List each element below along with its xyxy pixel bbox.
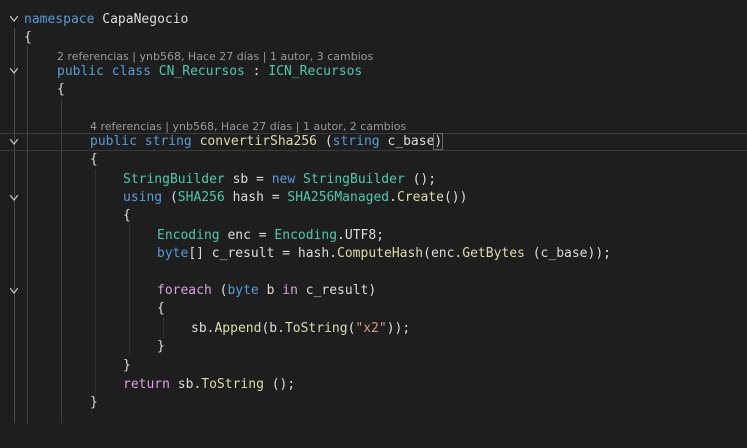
- open-brace: {: [90, 152, 98, 167]
- matched-bracket: ): [433, 133, 444, 150]
- open-brace: {: [57, 82, 65, 97]
- code-line[interactable]: sb.Append(b.ToString("x2"));: [0, 320, 747, 338]
- codelens-class[interactable]: 2 referencias | ynb568, Hace 27 días | 1…: [57, 50, 373, 64]
- codelens-method[interactable]: 4 referencias | ynb568, Hace 27 días | 1…: [90, 120, 406, 134]
- open-brace: {: [24, 30, 32, 45]
- keyword: namespace: [24, 12, 95, 27]
- close-brace: }: [123, 358, 131, 373]
- code-line[interactable]: foreach (byte b in c_result): [0, 282, 747, 300]
- code-line-current[interactable]: public string convertirSha256 (string c_…: [0, 133, 747, 151]
- code-line[interactable]: {: [0, 29, 747, 47]
- code-line[interactable]: byte[] c_result = hash.ComputeHash(enc.G…: [0, 245, 747, 263]
- open-brace: {: [123, 208, 131, 223]
- code-line[interactable]: }: [0, 338, 747, 356]
- code-editor[interactable]: namespace CapaNegocio { 2 referencias | …: [0, 0, 747, 423]
- code-line[interactable]: Encoding enc = Encoding.UTF8;: [0, 227, 747, 245]
- code-line[interactable]: using (SHA256 hash = SHA256Managed.Creat…: [0, 189, 747, 207]
- code-line[interactable]: namespace CapaNegocio: [0, 11, 747, 29]
- code-line[interactable]: public class CN_Recursos : ICN_Recursos: [0, 63, 747, 81]
- code-line[interactable]: {: [0, 81, 747, 99]
- code-line[interactable]: StringBuilder sb = new StringBuilder ();: [0, 171, 747, 189]
- open-brace: {: [157, 301, 165, 316]
- code-line[interactable]: }: [0, 394, 747, 412]
- code-line[interactable]: }: [0, 357, 747, 375]
- close-brace: }: [90, 395, 98, 410]
- code-line[interactable]: return sb.ToString ();: [0, 376, 747, 394]
- code-line[interactable]: {: [0, 151, 747, 169]
- close-brace: }: [157, 339, 165, 354]
- namespace-name: CapaNegocio: [94, 12, 189, 27]
- code-line[interactable]: {: [0, 207, 747, 225]
- code-line[interactable]: {: [0, 300, 747, 318]
